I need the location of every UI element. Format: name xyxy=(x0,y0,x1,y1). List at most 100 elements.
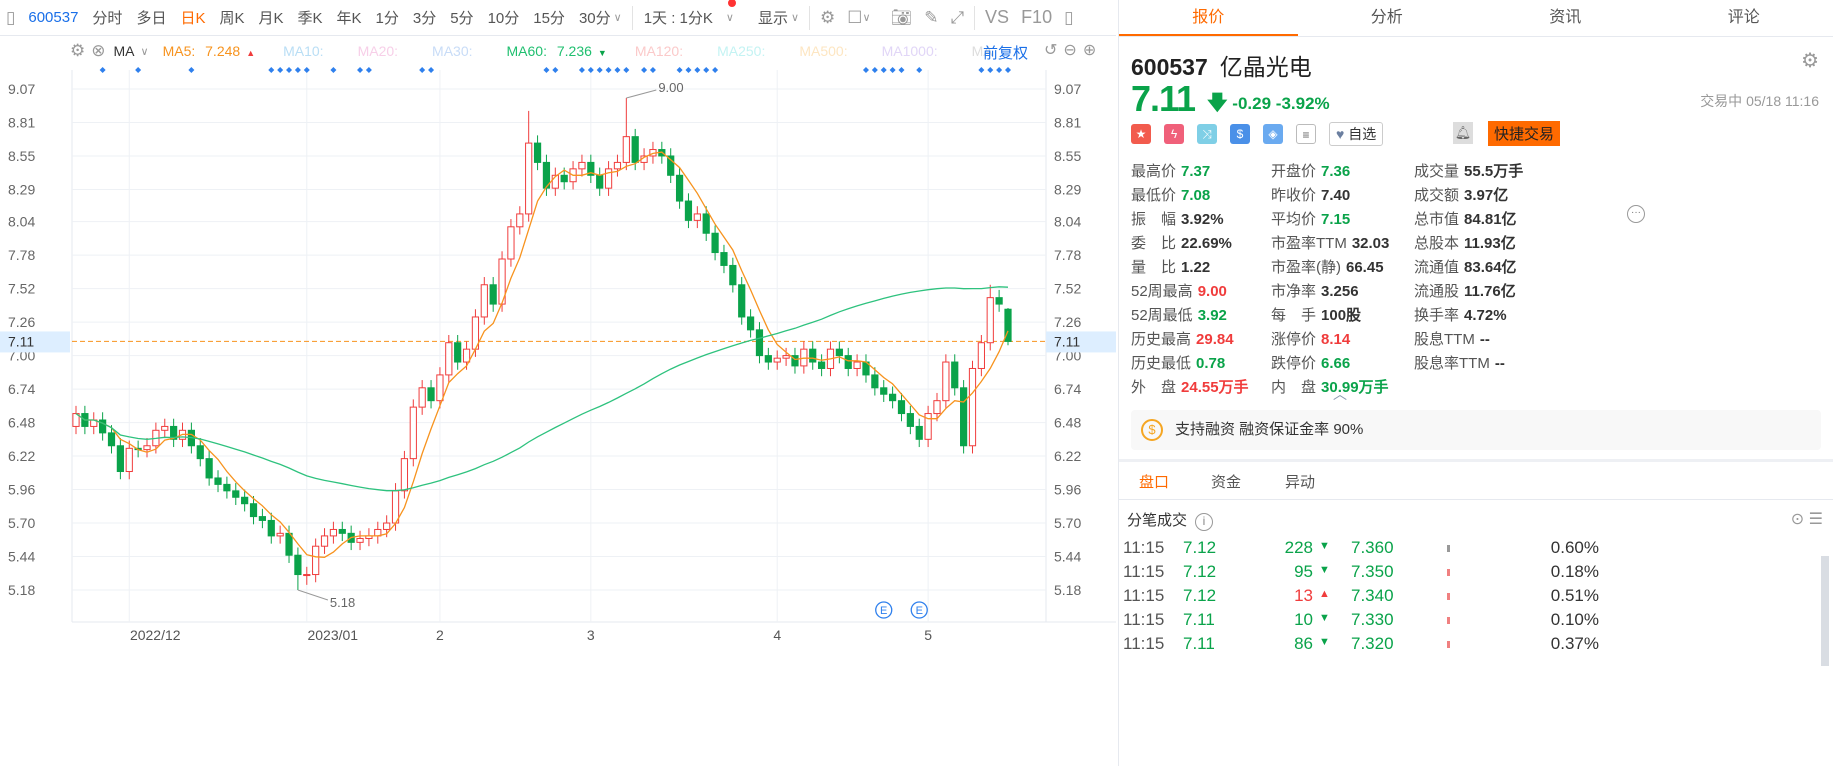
stat-label: 流通股 xyxy=(1414,283,1460,300)
zoom-out-icon[interactable]: ⊖ xyxy=(1063,42,1082,59)
chevron-down-icon[interactable]: ∨ xyxy=(791,11,799,24)
stock-code[interactable]: 600537 xyxy=(28,9,78,26)
period-tab[interactable]: 月K xyxy=(258,7,283,28)
tab[interactable]: 评论 xyxy=(1655,0,1833,36)
note-icon[interactable]: ≡ xyxy=(1296,124,1316,144)
volume-bar xyxy=(1447,593,1450,600)
adjust-select[interactable]: 前复权 xyxy=(983,42,1028,63)
sidebar-toggle-icon[interactable]: ▯ xyxy=(6,8,15,28)
period-tab[interactable]: 多日 xyxy=(136,7,166,28)
ma-name: MA60: xyxy=(506,43,547,59)
more-icon[interactable]: ··· xyxy=(1627,205,1645,223)
tab[interactable]: 分析 xyxy=(1298,0,1477,36)
period-tab[interactable]: 年K xyxy=(337,7,362,28)
vs-button[interactable]: VS xyxy=(985,7,1009,28)
stat-item: 股息率TTM -- xyxy=(1414,352,1505,373)
stat-item: 最高价 7.37 xyxy=(1131,160,1210,181)
close-icon[interactable]: ⊗ xyxy=(91,41,105,61)
panel-toggle-icon[interactable]: ▯ xyxy=(1064,8,1073,28)
stock-header: 600537 亿晶光电 xyxy=(1131,48,1312,82)
range-select[interactable]: 1天 : 1分K xyxy=(644,7,713,28)
tab[interactable]: 报价 xyxy=(1119,0,1298,36)
fullscreen-icon[interactable]: ⤢ xyxy=(950,8,964,28)
volume-bar xyxy=(1447,569,1450,576)
zoom-in-icon[interactable]: ⊕ xyxy=(1083,42,1102,59)
camera-icon[interactable]: 📷︎ xyxy=(891,8,913,28)
triangle-down-icon: ▼ xyxy=(1319,636,1330,648)
sub-tab[interactable]: 异动 xyxy=(1285,471,1315,492)
sub-tab[interactable]: 盘口 xyxy=(1139,471,1169,492)
gear-icon[interactable]: ⚙ xyxy=(70,41,85,61)
scrollbar[interactable] xyxy=(1821,556,1829,666)
lightning-icon[interactable]: ϟ xyxy=(1164,124,1184,144)
y-tick-label-left: 6.48 xyxy=(8,415,35,431)
info-icon[interactable]: i xyxy=(1195,513,1214,531)
period-tab[interactable]: 10分 xyxy=(488,7,520,28)
period-tab[interactable]: 分时 xyxy=(92,7,122,28)
signal-marker xyxy=(889,67,896,73)
tick-time: 11:15 xyxy=(1123,634,1165,653)
candle-down xyxy=(427,387,435,402)
candle-down xyxy=(711,232,719,254)
add-watchlist-button[interactable]: ♥ 自选 xyxy=(1329,122,1384,146)
period-tab[interactable]: 15分 xyxy=(533,7,565,28)
layout-icon[interactable]: ☐ xyxy=(847,8,862,28)
period-tab[interactable]: 季K xyxy=(298,7,323,28)
candle-down xyxy=(729,264,737,286)
tick-price: 7.12 xyxy=(1183,562,1217,581)
ma-select[interactable]: MA xyxy=(114,43,135,59)
reset-icon[interactable]: ↺ xyxy=(1044,42,1063,59)
gear-icon[interactable]: ⚙ xyxy=(1801,48,1819,73)
chevron-down-icon[interactable]: ∨ xyxy=(726,0,736,24)
candle-down xyxy=(223,483,231,492)
chevron-down-icon[interactable]: ∨ xyxy=(614,11,622,24)
tick-volume: 10 xyxy=(1294,610,1313,629)
display-select[interactable]: 显示 xyxy=(758,7,788,28)
list-icon[interactable]: ☰ xyxy=(1809,511,1823,528)
quote-panel: 报价 分析 资讯 评论 600537 亿晶光电 ⚙ 7.11 🡇 -0.29 -3.92… xyxy=(1118,0,1833,766)
candle-up xyxy=(365,535,373,539)
high-label: 9.00 xyxy=(658,80,683,95)
stat-label: 总市值 xyxy=(1414,211,1460,228)
stat-value: 11.93亿 xyxy=(1464,235,1516,252)
f10-button[interactable]: F10 xyxy=(1021,7,1052,28)
period-tab[interactable]: 1分 xyxy=(376,7,399,28)
tick-time: 11:15 xyxy=(1123,562,1165,581)
stat-label: 52周最低 xyxy=(1131,307,1193,324)
tick-volume: 228 xyxy=(1284,538,1313,557)
candle-down xyxy=(560,174,568,183)
chevron-down-icon[interactable]: ∨ xyxy=(141,45,149,58)
period-tab[interactable]: 周K xyxy=(219,7,244,28)
stat-value: 1.22 xyxy=(1181,259,1211,276)
y-tick-label-right: 6.74 xyxy=(1054,381,1081,397)
candle-down xyxy=(906,413,914,427)
period-tab[interactable]: 3分 xyxy=(413,7,436,28)
period-tab[interactable]: 日K xyxy=(180,7,205,28)
candle-down xyxy=(764,355,772,363)
pencil-icon[interactable]: ✎ xyxy=(924,8,938,28)
collapse-icon[interactable]: ︿ xyxy=(1333,384,1347,404)
gear-icon[interactable]: ⚙ xyxy=(820,8,835,28)
stat-value: 7.08 xyxy=(1181,187,1211,204)
candle-up xyxy=(356,537,364,543)
more-icon[interactable]: ⊙ xyxy=(1791,511,1804,528)
tick-avg: 7.340 xyxy=(1351,586,1394,605)
bell-icon[interactable]: 🔔︎ xyxy=(1453,122,1473,144)
period-tab[interactable]: 30分 xyxy=(579,7,611,28)
chevron-down-icon[interactable]: ∨ xyxy=(863,11,871,24)
chart-toolbar: ▯ 600537 分时 多日 日K 周K 月K 季K 年K 1分 3分 5分 10分 15分 30分 ∨… xyxy=(0,0,1116,36)
signal-marker xyxy=(996,67,1003,73)
candlestick-chart[interactable]: 9.07 9.07 8.81 8.81 8.55 8.55 8.29 8.29 8.04 8.04… xyxy=(0,0,1116,766)
shuffle-icon[interactable]: ⤨ xyxy=(1197,124,1217,144)
sub-tab[interactable]: 资金 xyxy=(1211,471,1241,492)
period-tab[interactable]: 5分 xyxy=(450,7,473,28)
quick-trade-button[interactable]: 快捷交易 xyxy=(1488,121,1561,146)
stat-value: -- xyxy=(1479,331,1490,348)
stat-label: 最高价 xyxy=(1131,163,1177,180)
triangle-down-icon: ▼ xyxy=(1319,564,1330,576)
tag-icon[interactable]: ◈ xyxy=(1263,124,1283,144)
y-tick-label-right: 7.52 xyxy=(1054,281,1081,297)
flag-icon[interactable]: ★ xyxy=(1131,124,1151,144)
tab[interactable]: 资讯 xyxy=(1476,0,1655,36)
dollar-icon[interactable]: $ xyxy=(1230,124,1250,144)
